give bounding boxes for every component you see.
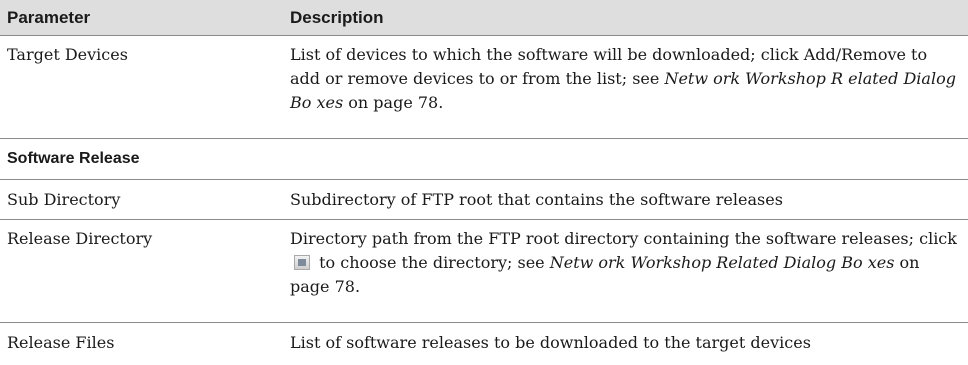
parameter-table: Parameter Description Target Devices Lis… [0, 0, 968, 363]
header-parameter: Parameter [7, 7, 91, 27]
table-header-row: Parameter Description [0, 0, 968, 36]
param-release-directory: Release Directory [7, 229, 153, 248]
desc-sub-directory: Subdirectory of FTP root that contains t… [290, 189, 783, 209]
cross-reference-link[interactable]: Netw ork Workshop Related Dialog Bo xes [550, 253, 895, 272]
param-sub-directory: Sub Directory [7, 189, 121, 209]
table-row: Release Files List of software releases … [0, 323, 968, 363]
browse-folder-icon[interactable] [294, 255, 310, 270]
table-row: Release Directory Directory path from th… [0, 220, 968, 323]
section-software-release: Software Release [7, 150, 140, 167]
table-row: Sub Directory Subdirectory of FTP root t… [0, 180, 968, 220]
table-row: Target Devices List of devices to which … [0, 36, 968, 139]
param-release-files: Release Files [7, 333, 115, 352]
desc-release-directory: Directory path from the FTP root directo… [290, 227, 968, 322]
desc-text: to choose the directory; see [314, 253, 550, 272]
desc-text: Directory path from the FTP root directo… [290, 229, 957, 248]
param-target-devices: Target Devices [7, 45, 128, 64]
desc-target-devices: List of devices to which the software wi… [290, 43, 968, 138]
section-row: Software Release [0, 139, 968, 180]
desc-release-files: List of software releases to be download… [290, 333, 811, 352]
desc-text: on page 78. [343, 93, 444, 112]
header-description: Description [290, 7, 384, 27]
